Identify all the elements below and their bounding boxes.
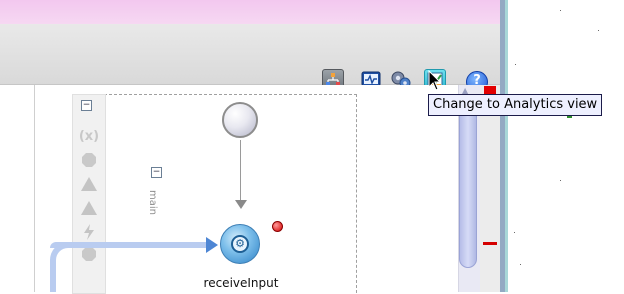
process-palette: (x) (72, 94, 106, 294)
tooltip: Change to Analytics view (428, 94, 603, 116)
start-event-node[interactable] (222, 102, 258, 138)
variables-icon[interactable]: (x) (79, 127, 99, 145)
triangle-shape-icon[interactable] (79, 199, 99, 217)
connector-vertical (50, 258, 56, 292)
artifact-dot (520, 264, 521, 265)
editor-toolbar: ? (0, 24, 500, 93)
receive-activity-node[interactable]: ⚙ (220, 224, 260, 264)
structure-pane (508, 0, 624, 292)
arrow-right-icon (206, 237, 218, 253)
overview-ruler (480, 85, 500, 292)
artifact-dot (598, 30, 599, 31)
lightning-shape-icon[interactable] (79, 223, 99, 241)
partner-link-connector (50, 242, 212, 248)
octagon-shape-icon[interactable] (79, 151, 99, 169)
error-marker[interactable] (483, 242, 497, 245)
lane-label: main (147, 190, 158, 215)
swimlane-divider (34, 85, 35, 292)
palette-collapse-toggle[interactable]: − (81, 100, 92, 111)
triangle-shape-icon[interactable] (79, 175, 99, 193)
mouse-cursor-icon (428, 69, 442, 96)
error-indicator-icon[interactable] (272, 221, 283, 232)
gear-icon: ⚙ (231, 235, 249, 253)
lane-collapse-toggle[interactable]: − (151, 167, 162, 178)
vertical-scrollbar-thumb[interactable] (459, 96, 477, 268)
artifact-dot (514, 232, 515, 233)
sequence-flow-line (240, 140, 241, 202)
editor-tab-strip (0, 0, 500, 24)
arrow-down-icon (235, 200, 247, 209)
artifact-dot (560, 10, 561, 11)
artifact-dot (560, 180, 561, 181)
artifact-dot (515, 64, 516, 65)
receive-activity-label: receiveInput (203, 276, 279, 290)
